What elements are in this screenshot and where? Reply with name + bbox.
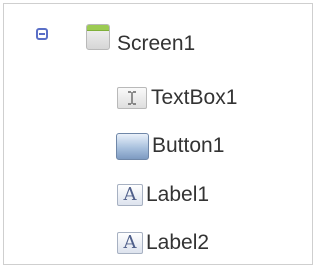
tree-node-label: TextBox1 [151,86,238,109]
tree-node-label: Button1 [152,134,225,157]
screen-icon [86,24,110,50]
button-icon [116,132,149,160]
label-icon: A [117,184,143,206]
screen-title-bar [87,25,109,31]
textbox-icon [117,87,147,109]
tree-node-label: Label1 [146,183,210,206]
tree-node-screen1[interactable]: Screen1 [117,30,195,58]
collapse-minus-icon[interactable] [36,28,48,40]
text-cursor-glyph [128,91,136,105]
tree-node-label2[interactable]: A Label2 [117,229,209,257]
tree-node-button1[interactable]: Button1 [116,132,224,160]
tree-node-label: Label2 [146,231,210,254]
tree-node-textbox1[interactable]: TextBox1 [117,84,237,112]
tree-node-label: Screen1 [117,32,196,55]
label-icon: A [117,232,143,254]
tree-node-label1[interactable]: A Label1 [117,181,209,209]
minus-glyph [39,33,45,35]
